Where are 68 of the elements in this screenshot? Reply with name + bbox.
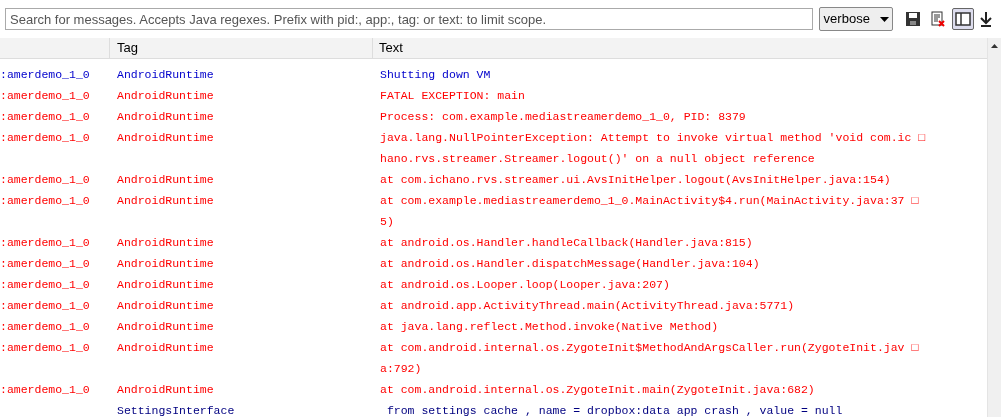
tag-cell: AndroidRuntime <box>117 235 214 249</box>
log-row[interactable]: :amerdemo_1_0 AndroidRuntime at android.os.Handler.dispatchMessage(Handler.java:104) <box>0 252 987 274</box>
log-row[interactable]: :amerdemo_1_0 AndroidRuntime at android.os.Looper.loop(Looper.java:207) <box>0 273 987 295</box>
log-row[interactable]: :amerdemo_1_0 AndroidRuntime at com.android.internal.os.ZygoteInit$MethodAndArgsCaller.run(ZygoteInit.jav □ a:792) <box>0 336 987 379</box>
tag-cell: AndroidRuntime <box>117 256 214 270</box>
log-row[interactable]: :amerdemo_1_0 AndroidRuntime FATAL EXCEPTION: main <box>0 84 987 106</box>
log-row[interactable]: :amerdemo_1_0 AndroidRuntime at com.example.mediastreamerdemo_1_0.MainActivity$4.run(MainActivity.java:37 □ 5) <box>0 189 987 232</box>
clear-log-icon <box>930 11 946 27</box>
app-cell: :amerdemo_1_0 <box>0 277 90 291</box>
app-cell: :amerdemo_1_0 <box>0 382 90 396</box>
tag-cell: AndroidRuntime <box>117 88 214 102</box>
app-cell: :amerdemo_1_0 <box>0 88 90 102</box>
log-row[interactable]: :amerdemo_1_0 AndroidRuntime at com.android.internal.os.ZygoteInit.main(ZygoteInit.java:682) <box>0 378 987 400</box>
tag-cell: AndroidRuntime <box>117 109 214 123</box>
message-line: Process: com.example.mediastreamerdemo_1_0, PID: 8379 <box>380 108 746 125</box>
log-row[interactable]: :amerdemo_1_0 AndroidRuntime at com.ichano.rvs.streamer.ui.AvsInitHelper.logout(AvsInitHelper.java:154) <box>0 168 987 190</box>
message-line: at com.android.internal.os.ZygoteInit$MethodAndArgsCaller.run(ZygoteInit.jav □ <box>380 339 919 356</box>
message-line: at android.os.Handler.handleCallback(Handler.java:815) <box>380 234 753 251</box>
log-row[interactable]: :amerdemo_1_0 AndroidRuntime Process: com.example.mediastreamerdemo_1_0, PID: 8379 <box>0 105 987 127</box>
app-cell: :amerdemo_1_0 <box>0 130 90 144</box>
tag-cell: AndroidRuntime <box>117 298 214 312</box>
panel-icon <box>955 12 971 26</box>
message-line: at android.app.ActivityThread.main(ActivityThread.java:5771) <box>380 297 795 314</box>
app-cell: :amerdemo_1_0 <box>0 67 90 81</box>
log-level-dropdown[interactable]: verbose <box>818 7 893 31</box>
message-line: 5) <box>380 213 394 230</box>
log-row[interactable]: :amerdemo_1_0 AndroidRuntime at android.app.ActivityThread.main(ActivityThread.java:5771) <box>0 294 987 316</box>
message-line: at java.lang.reflect.Method.invoke(Native Method) <box>380 318 719 335</box>
message-line: at com.android.internal.os.ZygoteInit.main(ZygoteInit.java:682) <box>380 381 815 398</box>
message-line: from settings cache , name = dropbox:data app crash , value = null <box>385 402 843 417</box>
log-row[interactable]: :amerdemo_1_0 AndroidRuntime Shutting down VM <box>0 63 987 85</box>
message-line: at com.example.mediastreamerdemo_1_0.MainActivity$4.run(MainActivity.java:37 □ <box>380 192 919 209</box>
message-line: hano.rvs.streamer.Streamer.logout()' on a null object reference <box>380 150 815 167</box>
log-row[interactable]: SettingsInterface from settings cache , name = dropbox:data app crash , value = null <box>0 399 987 417</box>
tag-cell: SettingsInterface <box>117 403 235 417</box>
tag-cell: AndroidRuntime <box>117 193 214 207</box>
tag-cell: AndroidRuntime <box>117 67 214 81</box>
app-cell: :amerdemo_1_0 <box>0 193 90 207</box>
search-field[interactable]: Search for messages. Accepts Java regexes. Prefix with pid:, app:, tag: or text: to limit scope. <box>5 8 813 30</box>
up-arrow-icon <box>991 44 998 48</box>
tag-cell: AndroidRuntime <box>117 319 214 333</box>
scrollbar[interactable] <box>987 38 1001 417</box>
message-line: at android.os.Handler.dispatchMessage(Handler.java:104) <box>380 255 760 272</box>
app-cell: :amerdemo_1_0 <box>0 256 90 270</box>
tag-cell: AndroidRuntime <box>117 340 214 354</box>
column-header[interactable]: Tag <box>110 38 373 58</box>
app-cell: :amerdemo_1_0 <box>0 319 90 333</box>
tag-cell: AndroidRuntime <box>117 130 214 144</box>
app-cell: :amerdemo_1_0 <box>0 172 90 186</box>
message-line: java.lang.NullPointerException: Attempt to invoke virtual method 'void com.ic □ <box>380 129 926 146</box>
tag-cell: AndroidRuntime <box>117 382 214 396</box>
app-cell: :amerdemo_1_0 <box>0 109 90 123</box>
app-cell: :amerdemo_1_0 <box>0 340 90 354</box>
app-cell: :amerdemo_1_0 <box>0 298 90 312</box>
down-arrow-icon <box>980 11 992 27</box>
caret-icon <box>880 16 889 22</box>
log-row[interactable]: :amerdemo_1_0 AndroidRuntime at java.lang.reflect.Method.invoke(Native Method) <box>0 315 987 337</box>
column-header[interactable]: Text <box>373 38 987 58</box>
log-row[interactable]: :amerdemo_1_0 AndroidRuntime at android.os.Handler.handleCallback(Handler.java:815) <box>0 231 987 253</box>
toolbar-button[interactable] <box>952 8 974 30</box>
message-line: a:792) <box>380 360 422 377</box>
tag-cell: AndroidRuntime <box>117 277 214 291</box>
message-line: at android.os.Looper.loop(Looper.java:207) <box>380 276 670 293</box>
message-line: at com.ichano.rvs.streamer.ui.AvsInitHelper.logout(AvsInitHelper.java:154) <box>380 171 891 188</box>
tag-cell: AndroidRuntime <box>117 172 214 186</box>
message-line: FATAL EXCEPTION: main <box>380 87 525 104</box>
message-line: Shutting down VM <box>380 66 491 83</box>
app-cell: :amerdemo_1_0 <box>0 235 90 249</box>
